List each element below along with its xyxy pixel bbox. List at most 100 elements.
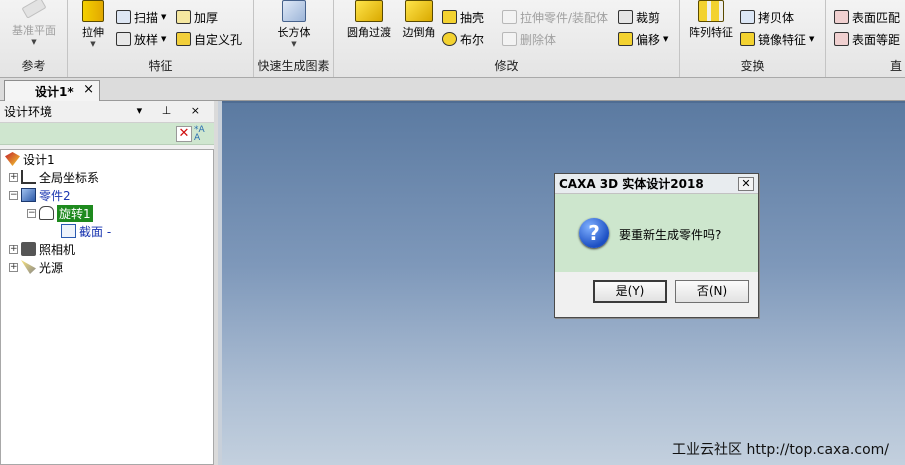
delete-body-icon: [502, 32, 517, 46]
mirror-button[interactable]: 镜像特征 ▼: [740, 30, 814, 48]
stretch-part-button[interactable]: 拉伸零件/装配体: [502, 8, 608, 26]
dialog-button-row: 是(Y) 否(N): [555, 272, 758, 317]
tree-node-part[interactable]: − 零件2: [9, 186, 71, 204]
group-surface: 表面匹配 表面等距 直: [826, 0, 905, 77]
surface-match-button[interactable]: 表面匹配: [834, 8, 900, 26]
stretch-icon: [502, 10, 517, 24]
chevron-down-icon: ▼: [291, 40, 297, 48]
stretch-part-label: 拉伸零件/装配体: [520, 10, 609, 25]
boolean-label: 布尔: [460, 32, 485, 47]
fillet-icon: [355, 0, 383, 22]
custom-hole-button[interactable]: 自定义孔: [176, 30, 242, 48]
array-label: 阵列特征: [689, 26, 733, 39]
panel-header: 设计环境 ▾ ⊥ ×: [0, 101, 214, 123]
reference-plane-button[interactable]: 基准平面 ▼: [6, 0, 62, 46]
box-button[interactable]: 长方体 ▼: [272, 0, 316, 48]
trim-label: 裁剪: [636, 10, 661, 25]
revolve-icon: [39, 206, 54, 220]
array-icon: [698, 0, 724, 22]
sweep-icon: [116, 10, 131, 24]
shell-button[interactable]: 抽壳: [442, 8, 484, 26]
group-label-surface: 直: [890, 59, 903, 73]
thicken-button[interactable]: 加厚: [176, 8, 218, 26]
tree-node-camera[interactable]: + 照相机: [9, 240, 75, 258]
surface-match-label: 表面匹配: [852, 10, 901, 25]
tree-node-section[interactable]: 截面 -: [61, 222, 111, 240]
group-label-transform: 变换: [740, 59, 765, 73]
chamfer-button[interactable]: 边倒角: [398, 0, 440, 40]
ribbon: 基准平面 ▼ 参考 拉伸 ▼ 扫描 ▼ 放样 ▼ 加厚 自定义孔 特征 长方体 …: [0, 0, 905, 78]
boolean-icon: [442, 32, 457, 46]
chevron-down-icon: ▼: [663, 35, 669, 43]
shell-label: 抽壳: [460, 10, 485, 25]
tree-label-root: 设计1: [23, 152, 55, 167]
copy-label: 拷贝体: [758, 10, 795, 25]
tree-label-camera: 照相机: [39, 242, 76, 257]
array-button[interactable]: 阵列特征: [686, 0, 736, 40]
copy-button[interactable]: 拷贝体: [740, 8, 794, 26]
surface-equal-label: 表面等距: [852, 32, 901, 47]
copy-icon: [740, 10, 755, 24]
close-icon[interactable]: ×: [83, 82, 94, 97]
part-icon: [21, 188, 36, 202]
thicken-label: 加厚: [194, 10, 219, 25]
collapse-icon[interactable]: −: [9, 190, 18, 200]
offset-label: 偏移: [636, 32, 661, 47]
dialog-title-bar[interactable]: CAXA 3D 实体设计2018 ✕: [555, 174, 758, 194]
chevron-down-icon: ▼: [161, 13, 167, 21]
filter-icon[interactable]: *A A: [194, 126, 210, 143]
tree-label-part: 零件2: [39, 188, 71, 203]
chevron-down-icon: ▼: [31, 38, 37, 46]
tree-label-light: 光源: [39, 260, 64, 275]
document-tab-strip: 设计1* ×: [0, 78, 905, 101]
surface-equal-button[interactable]: 表面等距: [834, 30, 900, 48]
expand-icon[interactable]: +: [9, 244, 18, 254]
close-icon[interactable]: ✕: [738, 177, 754, 191]
yes-button[interactable]: 是(Y): [593, 280, 667, 303]
offset-icon: [618, 32, 633, 46]
no-button[interactable]: 否(N): [675, 280, 749, 303]
sweep-label: 扫描: [134, 10, 159, 25]
tree-node-root[interactable]: 设计1: [5, 150, 55, 168]
tree-node-light[interactable]: + 光源: [9, 258, 63, 276]
offset-button[interactable]: 偏移 ▼: [618, 30, 668, 48]
group-quick-gen: 长方体 ▼ 快速生成图素: [254, 0, 334, 77]
watermark-text: 工业云社区 http://top.caxa.com/: [672, 442, 889, 458]
dialog-message: 要重新生成零件吗?: [619, 228, 722, 242]
panel-window-buttons[interactable]: ▾ ⊥ ×: [137, 104, 208, 117]
reference-plane-label: 基准平面: [12, 24, 56, 37]
fillet-button[interactable]: 圆角过渡: [342, 0, 396, 40]
loft-button[interactable]: 放样 ▼: [116, 30, 166, 48]
coordinate-system-icon: [21, 170, 36, 184]
chamfer-icon: [405, 0, 433, 22]
group-feature: 拉伸 ▼ 扫描 ▼ 放样 ▼ 加厚 自定义孔 特征: [68, 0, 254, 77]
boolean-button[interactable]: 布尔: [442, 30, 484, 48]
tab-label: 设计1*: [35, 84, 74, 99]
trim-button[interactable]: 裁剪: [618, 8, 660, 26]
sweep-button[interactable]: 扫描 ▼: [116, 8, 166, 26]
extrude-icon: [82, 0, 104, 22]
surface-equal-icon: [834, 32, 849, 46]
tab-design1[interactable]: 设计1* ×: [4, 80, 100, 101]
tree-node-revolve[interactable]: − 旋转1: [27, 204, 93, 222]
design-icon: [5, 152, 20, 166]
loft-label: 放样: [134, 32, 159, 47]
expand-icon[interactable]: +: [9, 262, 18, 272]
shell-icon: [442, 10, 457, 24]
trim-icon: [618, 10, 633, 24]
mirror-icon: [740, 32, 755, 46]
collapse-icon[interactable]: −: [27, 208, 36, 218]
box-label: 长方体: [277, 26, 311, 39]
extrude-label: 拉伸: [82, 26, 104, 39]
extrude-button[interactable]: 拉伸 ▼: [76, 0, 110, 48]
tree-label-global-coords: 全局坐标系: [39, 170, 100, 185]
fillet-label: 圆角过渡: [347, 26, 391, 39]
camera-icon: [21, 242, 36, 256]
expand-icon[interactable]: +: [9, 172, 18, 182]
plane-icon: [21, 0, 47, 19]
delete-icon[interactable]: ✕: [176, 126, 192, 142]
loft-icon: [116, 32, 131, 46]
group-label-modify: 修改: [494, 59, 519, 73]
delete-body-button[interactable]: 删除体: [502, 30, 556, 48]
tree-node-global-coords[interactable]: + 全局坐标系: [9, 168, 99, 186]
